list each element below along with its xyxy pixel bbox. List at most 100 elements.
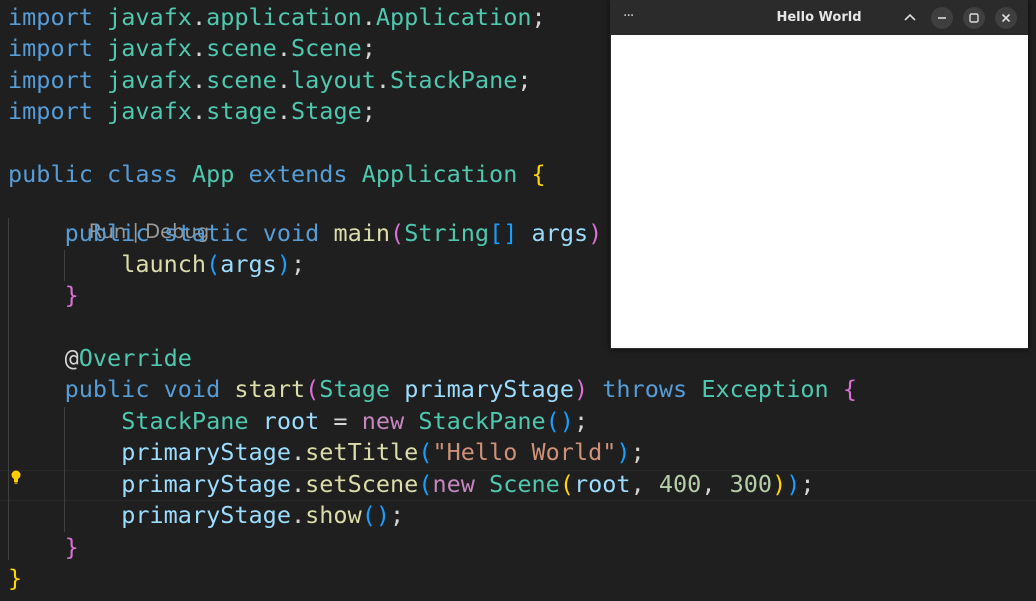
code-token: Application (375, 3, 532, 31)
code-token: primaryStage (404, 375, 574, 403)
code-token: ) (573, 375, 589, 403)
code-line[interactable]: public static void main(String[] args) (8, 218, 603, 249)
code-token: . (191, 66, 207, 94)
code-token: ( (418, 438, 433, 466)
code-token: ( (305, 375, 320, 403)
code-token: import (8, 66, 108, 94)
window-content-area[interactable] (611, 35, 1028, 348)
code-token: 400 (658, 470, 702, 498)
code-line[interactable]: import javafx.scene.layout.StackPane; (8, 65, 532, 96)
code-token: public (64, 375, 164, 403)
code-token: { (531, 160, 546, 188)
window-titlebar[interactable]: ··· Hello World (610, 0, 1028, 35)
code-token: args (531, 219, 589, 247)
code-token: ; (531, 3, 546, 31)
code-line[interactable]: public void start(Stage primaryStage) th… (8, 374, 857, 405)
code-token: } (64, 533, 79, 561)
code-token: , (701, 470, 730, 498)
code-token: Scene (291, 34, 362, 62)
code-line[interactable]: primaryStage.show(); (8, 500, 404, 531)
code-token: Scene (489, 470, 560, 498)
code-token: App (191, 160, 249, 188)
code-token: StackPane (390, 66, 518, 94)
code-line[interactable]: import javafx.application.Application; (8, 2, 546, 33)
code-token: . (276, 97, 291, 125)
code-line[interactable]: public class App extends Application { (8, 159, 546, 190)
code-token: show (305, 501, 362, 529)
code-token: . (375, 66, 391, 94)
code-token: () (545, 407, 574, 435)
code-token: ( (418, 470, 433, 498)
code-line[interactable]: primaryStage.setTitle("Hello World"); (8, 437, 645, 468)
code-token: { (842, 375, 857, 403)
code-token: . (361, 3, 376, 31)
code-token: ; (390, 501, 405, 529)
code-line[interactable]: import javafx.scene.Scene; (8, 33, 376, 64)
code-token: javafx (107, 66, 192, 94)
code-token: main (333, 219, 391, 247)
code-line[interactable]: launch(args); (8, 249, 305, 280)
code-token: Exception (701, 375, 843, 403)
code-token: scene (206, 66, 277, 94)
code-token: root (262, 407, 320, 435)
code-token: = (319, 407, 362, 435)
code-token: layout (291, 66, 376, 94)
code-token: setTitle (305, 438, 419, 466)
code-token: args (220, 250, 277, 278)
code-token: } (64, 281, 79, 309)
code-token: ) (588, 219, 603, 247)
code-line[interactable]: primaryStage.setScene(new Scene(root, 40… (8, 469, 815, 500)
code-token: Override (78, 344, 192, 372)
code-token: . (276, 34, 291, 62)
code-token: primaryStage (121, 438, 291, 466)
code-token: . (290, 470, 306, 498)
code-token: extends (248, 160, 362, 188)
code-token: . (191, 34, 207, 62)
code-token: ) (772, 470, 787, 498)
code-token: ; (361, 34, 376, 62)
code-token: ; (361, 97, 376, 125)
code-token: ; (630, 438, 645, 466)
code-token: . (191, 97, 207, 125)
code-token: ; (517, 66, 532, 94)
code-line[interactable]: @Override (8, 343, 192, 374)
code-token: StackPane (418, 407, 546, 435)
code-token: @ (64, 344, 79, 372)
code-token: ( (390, 219, 405, 247)
code-token: ; (800, 470, 815, 498)
code-token: public (64, 219, 164, 247)
chevron-up-icon[interactable] (899, 7, 921, 29)
lightbulb-icon[interactable] (9, 469, 23, 485)
code-token: , (630, 470, 659, 498)
code-line[interactable]: } (8, 563, 22, 594)
code-token: ( (559, 470, 574, 498)
code-token: javafx (107, 97, 192, 125)
code-token: 300 (729, 470, 773, 498)
code-line[interactable]: StackPane root = new StackPane(); (8, 406, 588, 437)
code-token: . (276, 66, 291, 94)
close-icon[interactable] (995, 7, 1017, 29)
code-token: ) (786, 470, 801, 498)
code-token: "Hello World" (432, 438, 617, 466)
minimize-icon[interactable] (931, 7, 953, 29)
code-token: primaryStage (121, 470, 291, 498)
code-token: ; (290, 250, 306, 278)
code-token: import (8, 3, 108, 31)
code-token: javafx (107, 34, 192, 62)
code-token: () (361, 501, 391, 529)
code-token: setScene (305, 470, 419, 498)
code-token: void (262, 219, 334, 247)
code-line[interactable]: } (8, 280, 79, 311)
code-token: scene (206, 34, 277, 62)
code-token: ) (616, 438, 631, 466)
code-token: ) (276, 250, 291, 278)
code-line[interactable]: } (8, 532, 79, 563)
maximize-icon[interactable] (963, 7, 985, 29)
code-line[interactable]: import javafx.stage.Stage; (8, 96, 376, 127)
